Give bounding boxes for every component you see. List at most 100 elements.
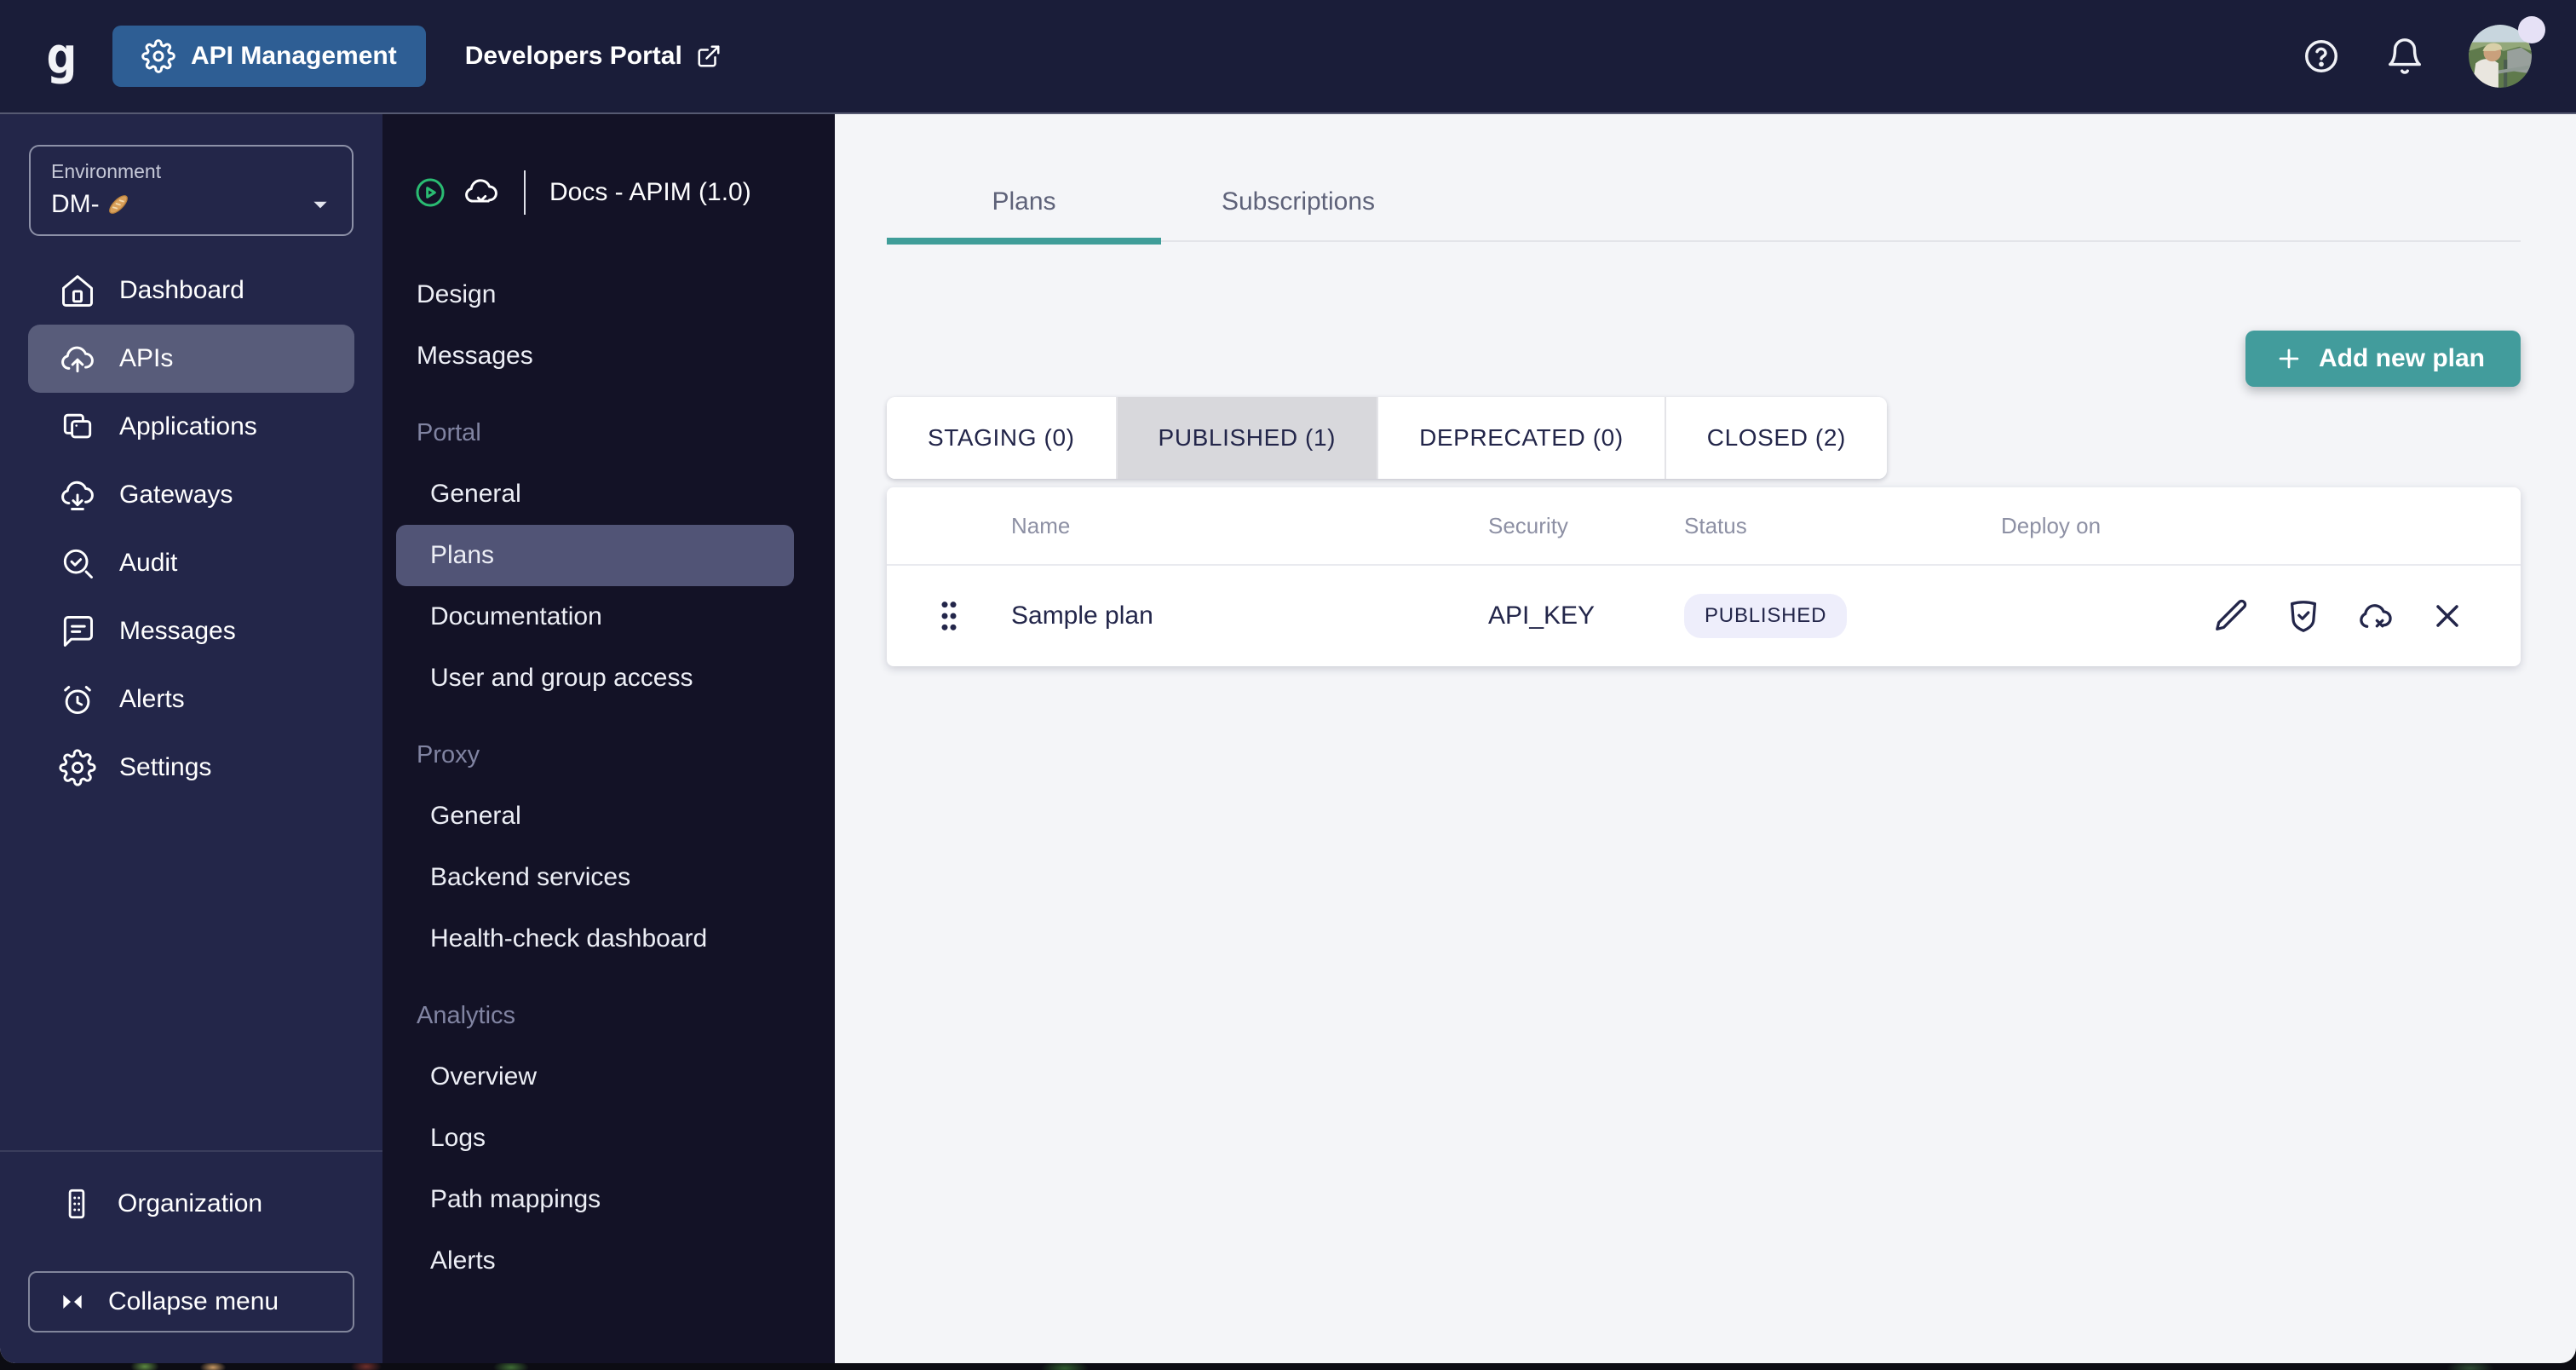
sidebar-item-label: Applications bbox=[119, 412, 257, 440]
plus-icon bbox=[2274, 344, 2303, 373]
filter-closed[interactable]: CLOSED (2) bbox=[1664, 397, 1887, 479]
api-nav-health-check-dashboard[interactable]: Health-check dashboard bbox=[396, 908, 794, 970]
bell-icon[interactable] bbox=[2385, 37, 2424, 76]
api-title: Docs - APIM (1.0) bbox=[549, 178, 751, 206]
filter-published[interactable]: PUBLISHED (1) bbox=[1115, 397, 1377, 479]
collapse-icon bbox=[59, 1288, 86, 1315]
organization-icon bbox=[59, 1186, 95, 1222]
collapse-label: Collapse menu bbox=[108, 1287, 279, 1315]
api-nav-label: Overview bbox=[430, 1062, 538, 1091]
sidebar-item-label: Messages bbox=[119, 617, 236, 645]
home-icon bbox=[59, 272, 96, 309]
environment-selector[interactable]: Environment DM- bbox=[29, 145, 354, 236]
baguette-emoji bbox=[105, 191, 132, 218]
filter-deprecated[interactable]: DEPRECATED (0) bbox=[1377, 397, 1665, 479]
api-nav-design[interactable]: Design bbox=[396, 264, 794, 325]
sidebar-item-applications[interactable]: Applications bbox=[28, 393, 354, 461]
environment-label: Environment bbox=[51, 160, 162, 182]
tab-subscriptions[interactable]: Subscriptions bbox=[1161, 165, 1435, 247]
api-nav-logs[interactable]: Logs bbox=[396, 1108, 794, 1169]
sidebar-item-label: Audit bbox=[119, 549, 178, 577]
api-nav-portal-general[interactable]: General bbox=[396, 463, 794, 525]
api-nav-label: Plans bbox=[430, 541, 495, 569]
api-nav-documentation[interactable]: Documentation bbox=[396, 586, 794, 648]
tabbar: Plans Subscriptions bbox=[887, 165, 2521, 247]
actions-row: Add new plan bbox=[887, 331, 2521, 387]
help-icon[interactable] bbox=[2302, 37, 2341, 76]
alarm-icon bbox=[59, 681, 96, 718]
add-new-plan-button[interactable]: Add new plan bbox=[2245, 331, 2521, 387]
chevron-down-icon bbox=[309, 193, 331, 216]
column-header-status: Status bbox=[1684, 512, 1747, 538]
user-avatar[interactable] bbox=[2469, 16, 2545, 88]
api-nav-label: Backend services bbox=[430, 863, 631, 891]
row-actions bbox=[2192, 596, 2521, 636]
api-nav-label: Path mappings bbox=[430, 1185, 601, 1213]
api-nav-label: Logs bbox=[430, 1124, 486, 1152]
environment-value: DM- bbox=[51, 190, 100, 218]
applications-icon bbox=[59, 408, 96, 446]
api-nav-alerts[interactable]: Alerts bbox=[396, 1230, 794, 1292]
api-header: Docs - APIM (1.0) bbox=[413, 170, 809, 215]
api-nav-backend-services[interactable]: Backend services bbox=[396, 847, 794, 908]
external-link-icon bbox=[696, 43, 722, 69]
filter-staging[interactable]: STAGING (0) bbox=[887, 397, 1116, 479]
portal-link-label: Developers Portal bbox=[464, 42, 682, 70]
developers-portal-link[interactable]: Developers Portal bbox=[465, 42, 722, 71]
app-window: g API Management Developers Portal Envir… bbox=[0, 0, 2576, 1363]
api-nav-path-mappings[interactable]: Path mappings bbox=[396, 1169, 794, 1230]
sidebar-item-apis[interactable]: APIs bbox=[28, 325, 354, 393]
status-dot bbox=[2518, 16, 2545, 43]
chat-icon bbox=[59, 613, 96, 650]
product-button-label: API Management bbox=[191, 42, 397, 70]
api-nav-header-label: Analytics bbox=[417, 1001, 516, 1029]
edit-pencil-icon[interactable] bbox=[2212, 596, 2251, 636]
plan-name-cell: Sample plan bbox=[1011, 602, 1153, 630]
shield-check-icon[interactable] bbox=[2284, 596, 2323, 636]
sidebar-item-organization[interactable]: Organization bbox=[0, 1186, 382, 1222]
tab-plans[interactable]: Plans bbox=[887, 165, 1161, 247]
api-nav-overview[interactable]: Overview bbox=[396, 1046, 794, 1108]
api-nav-user-group-access[interactable]: User and group access bbox=[396, 648, 794, 709]
api-nav-header-label: Proxy bbox=[417, 740, 480, 768]
sidebar-item-messages[interactable]: Messages bbox=[28, 597, 354, 665]
sidebar-item-dashboard[interactable]: Dashboard bbox=[28, 256, 354, 325]
sidebar-item-alerts[interactable]: Alerts bbox=[28, 665, 354, 734]
api-nav-label: Health-check dashboard bbox=[430, 924, 708, 953]
sidebar-item-label: APIs bbox=[119, 344, 174, 372]
plan-security-cell: API_KEY bbox=[1488, 602, 1596, 630]
header-divider bbox=[524, 170, 526, 215]
api-nav-plans[interactable]: Plans bbox=[396, 525, 794, 586]
api-nav-label: Documentation bbox=[430, 602, 602, 630]
api-nav-label: General bbox=[430, 802, 521, 830]
api-nav-messages[interactable]: Messages bbox=[396, 325, 794, 387]
sidebar-item-label: Dashboard bbox=[119, 276, 244, 304]
close-x-icon[interactable] bbox=[2429, 597, 2466, 635]
api-nav-label: Messages bbox=[417, 342, 533, 370]
column-header-security: Security bbox=[1488, 512, 1568, 538]
collapse-menu-button[interactable]: Collapse menu bbox=[28, 1271, 354, 1333]
api-nav-label: Alerts bbox=[430, 1246, 496, 1275]
api-nav-label: User and group access bbox=[430, 664, 693, 692]
drag-handle[interactable] bbox=[887, 596, 1011, 636]
sidebar-item-label: Alerts bbox=[119, 685, 185, 713]
sidebar-item-audit[interactable]: Audit bbox=[28, 529, 354, 597]
sidebar-item-label: Settings bbox=[119, 753, 212, 781]
cloud-x-icon[interactable] bbox=[2355, 596, 2396, 636]
audit-search-icon bbox=[59, 544, 96, 582]
gear-icon bbox=[141, 39, 175, 73]
cloud-upload-icon bbox=[59, 340, 96, 377]
column-header-deploy-on: Deploy on bbox=[2001, 512, 2102, 538]
api-nav-header-analytics: Analytics bbox=[396, 985, 794, 1046]
add-plan-label: Add new plan bbox=[2319, 344, 2485, 372]
api-nav-header-label: Portal bbox=[417, 418, 481, 446]
api-nav: Design Messages Portal General Plans Doc… bbox=[382, 264, 835, 1292]
api-nav-header-portal: Portal bbox=[396, 402, 794, 463]
tab-label: Subscriptions bbox=[1221, 187, 1376, 216]
sidebar-item-gateways[interactable]: Gateways bbox=[28, 461, 354, 529]
table-row: Sample plan API_KEY PUBLISHED bbox=[887, 566, 2521, 666]
api-management-button[interactable]: API Management bbox=[112, 26, 426, 87]
api-nav-proxy-general[interactable]: General bbox=[396, 786, 794, 847]
gravitee-logo: g bbox=[45, 26, 78, 86]
sidebar-item-settings[interactable]: Settings bbox=[28, 734, 354, 802]
